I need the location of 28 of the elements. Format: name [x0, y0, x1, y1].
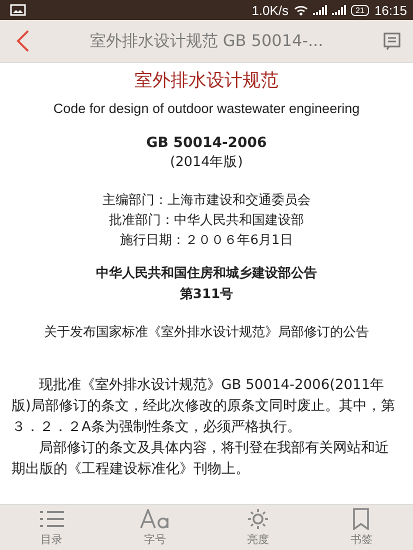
info-line: 主编部门：上海市建设和交通委员会 — [102, 192, 310, 209]
signal-icon — [332, 5, 346, 15]
info-line: 批准部门：中华人民共和国建设部 — [109, 212, 304, 229]
toolbar-button[interactable]: 字号 — [103, 505, 206, 550]
signal-icon — [312, 5, 327, 15]
edition: (2014年版) — [170, 153, 243, 171]
wifi-icon — [294, 4, 308, 16]
english-title: Code for design of outdoor wastewater engineering — [53, 101, 360, 116]
toolbar-button[interactable]: 亮度 — [206, 505, 310, 550]
standard-number: GB 50014-2006 — [146, 135, 267, 151]
notice-heading: 第311号 — [180, 286, 234, 303]
heading: 室外排水设计规范 — [134, 69, 278, 92]
notice-subject: 关于发布国家标准《室外排水设计规范》局部修订的公告 — [43, 324, 370, 342]
info-line: 施行日期：２００６年6月1日 — [120, 232, 293, 249]
toolbar-button[interactable]: 目录 — [0, 505, 104, 550]
paragraph: 现批准《室外排水设计规范》GB 50014-2006(2011年版)局部修订的条文，经此次修改的原条文同时废止。其中，第３．２．２A条为强制性条文，必须严格执行。 — [12, 376, 396, 437]
paragraph: 局部修订的条文及具体内容，将刊登在我部有关网站和近期出版的《工程建设标准化》刊物上。 — [12, 439, 390, 479]
bookmark-icon — [352, 508, 370, 530]
list-icon — [38, 509, 65, 529]
clock: 16:15 — [374, 2, 407, 18]
battery-level: 21 — [350, 4, 370, 16]
network-speed: 1.0K/s — [252, 2, 289, 18]
image-icon — [10, 4, 26, 16]
notice-heading: 中华人民共和国住房和城乡建设部公告 — [96, 264, 317, 282]
toolbar-button[interactable]: 书签 — [310, 505, 413, 550]
document-title: 室外排水设计规范 GB 50014-... — [88, 30, 324, 52]
font-size-icon — [140, 509, 170, 529]
sun-icon — [247, 508, 270, 530]
